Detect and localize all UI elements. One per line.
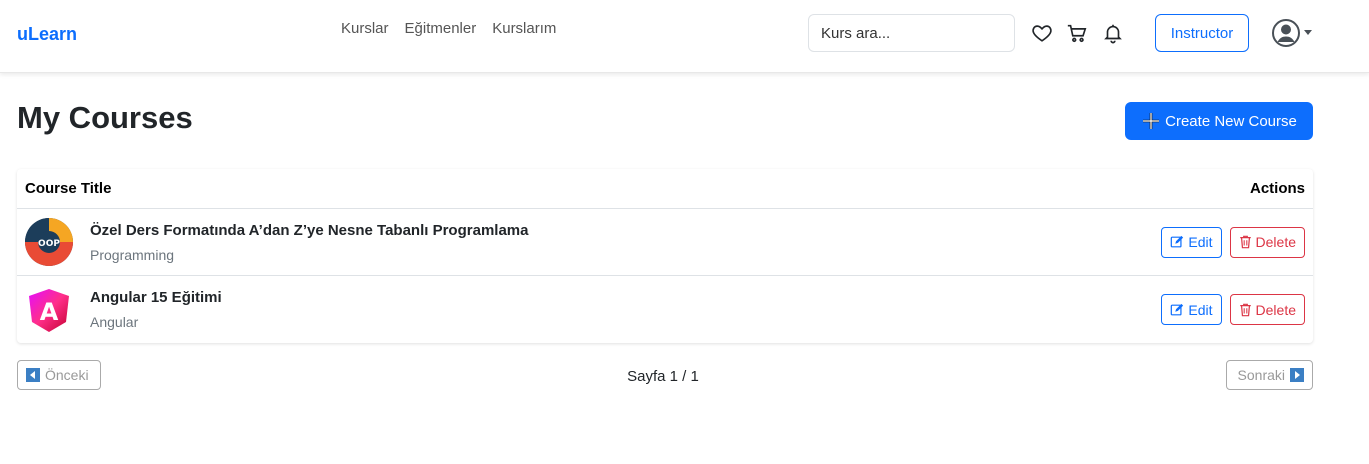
row-actions: Edit Delete xyxy=(1161,226,1305,258)
column-actions: Actions xyxy=(1249,180,1305,197)
course-title[interactable]: Angular 15 Eğitimi xyxy=(90,289,222,306)
previous-page-button[interactable]: Önceki xyxy=(17,360,101,390)
courses-table: Course Title Actions OOP Özel Ders Forma… xyxy=(17,169,1313,343)
user-circle-icon xyxy=(1272,19,1300,47)
delete-button[interactable]: Delete xyxy=(1229,294,1305,325)
edit-button[interactable]: Edit xyxy=(1161,294,1222,325)
delete-label: Delete xyxy=(1255,301,1296,318)
edit-icon xyxy=(1171,303,1184,315)
search-input[interactable] xyxy=(808,14,1015,52)
heart-icon[interactable] xyxy=(1029,20,1055,46)
row-actions: Edit Delete xyxy=(1161,294,1305,325)
course-category: Programming xyxy=(90,246,175,263)
create-course-button[interactable]: Create New Course xyxy=(1125,102,1313,140)
next-page-button[interactable]: Sonraki xyxy=(1226,360,1313,390)
page-title: My Courses xyxy=(17,100,193,135)
table-row: A Angular 15 Eğitimi Angular Edit Delete xyxy=(17,276,1313,343)
arrow-right-icon xyxy=(1290,368,1304,382)
previous-label: Önceki xyxy=(45,367,89,383)
course-info: OOP Özel Ders Formatında A’dan Z’ye Nesn… xyxy=(25,218,528,266)
page-indicator: Sayfa 1 / 1 xyxy=(627,368,699,385)
nav-links: Kurslar Eğitmenler Kurslarım xyxy=(341,20,556,37)
column-course-title: Course Title xyxy=(25,180,112,197)
trash-icon xyxy=(1239,303,1251,316)
thumb-text: A xyxy=(40,298,59,326)
edit-label: Edit xyxy=(1188,301,1213,318)
course-title[interactable]: Özel Ders Formatında A’dan Z’ye Nesne Ta… xyxy=(90,222,528,239)
caret-down-icon xyxy=(1304,30,1312,35)
edit-label: Edit xyxy=(1188,234,1213,250)
delete-label: Delete xyxy=(1255,234,1296,250)
arrow-left-icon xyxy=(26,368,40,382)
course-thumbnail: A xyxy=(29,288,69,332)
bell-icon[interactable] xyxy=(1100,20,1126,46)
create-course-label: Create New Course xyxy=(1165,112,1297,130)
nav-link-kurslar[interactable]: Kurslar xyxy=(341,20,389,37)
delete-button[interactable]: Delete xyxy=(1229,226,1305,258)
table-header: Course Title Actions xyxy=(17,169,1313,209)
instructor-button[interactable]: Instructor xyxy=(1155,14,1249,52)
table-row: OOP Özel Ders Formatında A’dan Z’ye Nesn… xyxy=(17,209,1313,276)
thumb-text: OOP xyxy=(38,239,60,249)
plus-icon xyxy=(1143,113,1160,129)
cart-icon[interactable] xyxy=(1064,20,1090,46)
course-category: Angular xyxy=(90,314,139,330)
nav-link-kurslarim[interactable]: Kurslarım xyxy=(492,20,556,37)
course-info: A Angular 15 Eğitimi Angular xyxy=(25,286,222,334)
edit-icon xyxy=(1171,235,1184,248)
navbar: uLearn Kurslar Eğitmenler Kurslarım Inst… xyxy=(0,0,1369,73)
profile-dropdown[interactable] xyxy=(1271,18,1312,48)
trash-icon xyxy=(1239,235,1251,249)
course-thumbnail: OOP xyxy=(25,218,73,266)
brand-logo[interactable]: uLearn xyxy=(17,24,77,45)
edit-button[interactable]: Edit xyxy=(1161,226,1222,258)
next-label: Sonraki xyxy=(1237,367,1285,383)
nav-link-egitmenler[interactable]: Eğitmenler xyxy=(405,20,477,37)
